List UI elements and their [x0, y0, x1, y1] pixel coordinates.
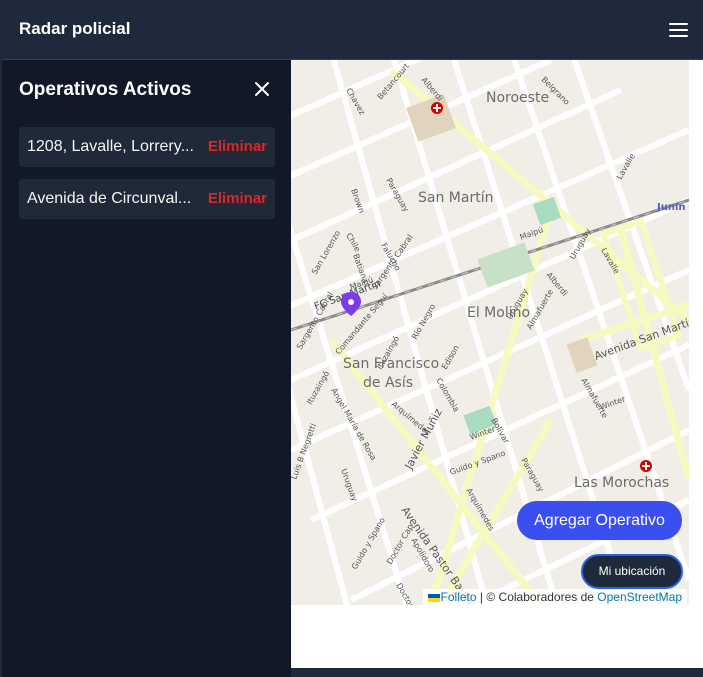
app-root: Radar policial Operativos Activos 1208, …	[0, 0, 703, 677]
top-navbar: Radar policial	[2, 0, 703, 60]
leaflet-link[interactable]: Folleto	[441, 590, 477, 604]
hospital-icon	[640, 460, 652, 472]
svg-text:El Molino: El Molino	[467, 305, 530, 321]
attribution-text: | © Colaboradores de	[476, 590, 598, 604]
delete-operativo-button[interactable]: Eliminar	[208, 138, 267, 155]
svg-text:Junín: Junín	[656, 201, 686, 213]
operativo-item[interactable]: Avenida de Circunval... Eliminar	[19, 179, 275, 219]
svg-text:Noroeste: Noroeste	[486, 90, 549, 106]
sidebar-heading: Operativos Activos	[19, 79, 192, 100]
app-title: Radar policial	[19, 19, 131, 38]
svg-text:San Martín: San Martín	[418, 190, 493, 206]
svg-text:Las Morochas: Las Morochas	[574, 475, 669, 491]
openstreetmap-link[interactable]: OpenStreetMap	[597, 590, 682, 604]
map-attribution: Folleto | © Colaboradores de OpenStreetM…	[422, 589, 687, 605]
operativo-address: 1208, Lavalle, Lorrery...	[27, 138, 194, 155]
close-icon[interactable]	[252, 79, 272, 99]
sidebar: Operativos Activos 1208, Lavalle, Lorrer…	[2, 60, 291, 677]
delete-operativo-button[interactable]: Eliminar	[208, 190, 267, 207]
svg-text:San Francisco: San Francisco	[343, 356, 439, 372]
svg-text:de Asís: de Asís	[363, 375, 413, 391]
operativo-item[interactable]: 1208, Lavalle, Lorrery... Eliminar	[19, 127, 275, 167]
operativo-address: Avenida de Circunval...	[27, 190, 192, 207]
ukraine-flag-icon	[427, 593, 440, 602]
my-location-button[interactable]: Mi ubicación	[581, 554, 683, 589]
hospital-icon	[431, 102, 443, 114]
bottom-bar	[291, 668, 703, 677]
add-operativo-button[interactable]: Agregar Operativo	[517, 501, 682, 540]
hamburger-icon[interactable]	[669, 22, 688, 38]
